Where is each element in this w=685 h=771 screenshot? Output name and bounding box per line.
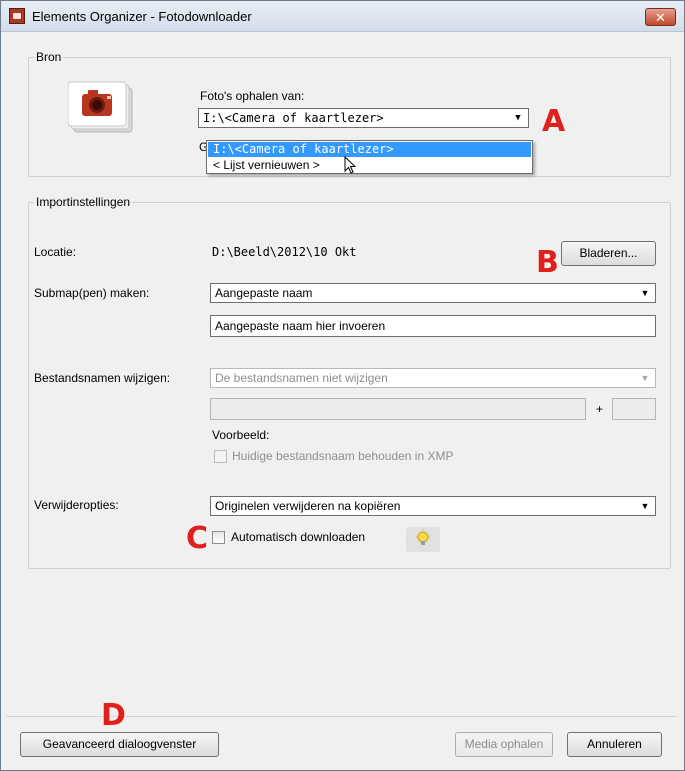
subfolder-dropdown-value: Aangepaste naam xyxy=(215,286,313,300)
import-legend: Importinstellingen xyxy=(36,195,131,209)
chevron-down-icon[interactable]: ▼ xyxy=(638,369,652,387)
rename-base-input[interactable] xyxy=(210,398,586,420)
cancel-button[interactable]: Annuleren xyxy=(567,732,662,757)
delete-options-dropdown[interactable]: Originelen verwijderen na kopiëren ▼ xyxy=(210,496,656,516)
location-value: D:\Beeld\2012\10 Okt xyxy=(212,245,357,259)
source-dropdown-list: I:\<Camera of kaartlezer> < Lijst vernie… xyxy=(206,140,533,174)
chevron-down-icon[interactable]: ▼ xyxy=(638,497,652,515)
auto-download-label: Automatisch downloaden xyxy=(231,530,366,544)
advanced-dialog-button[interactable]: Geavanceerd dialoogvenster xyxy=(20,732,219,757)
delete-options-value: Originelen verwijderen na kopiëren xyxy=(215,499,401,513)
keep-xmp-label: Huidige bestandsnaam behouden in XMP xyxy=(232,449,454,463)
title-bar: Elements Organizer - Fotodownloader ✕ xyxy=(1,1,684,32)
close-button[interactable]: ✕ xyxy=(645,8,676,26)
source-dropdown-value: I:\<Camera of kaartlezer> xyxy=(203,111,384,125)
rename-dropdown[interactable]: De bestandsnamen niet wijzigen ▼ xyxy=(210,368,656,388)
tip-button[interactable] xyxy=(406,527,440,552)
chevron-down-icon[interactable]: ▼ xyxy=(638,284,652,302)
chevron-down-icon[interactable]: ▼ xyxy=(511,109,525,127)
plus-sign: + xyxy=(596,402,604,416)
lightbulb-icon xyxy=(416,529,430,545)
source-label: Foto's ophalen van: xyxy=(200,89,305,103)
annotation-c: C xyxy=(186,521,209,556)
subfolder-label: Submap(pen) maken: xyxy=(34,286,150,300)
custom-name-input[interactable]: Aangepaste naam hier invoeren xyxy=(210,315,656,337)
dropdown-item-refresh[interactable]: < Lijst vernieuwen > xyxy=(208,158,531,173)
rename-number-input[interactable] xyxy=(612,398,656,420)
location-label: Locatie: xyxy=(34,245,77,259)
keep-xmp-checkbox[interactable] xyxy=(214,450,227,463)
get-media-button[interactable]: Media ophalen xyxy=(455,732,553,757)
annotation-d: D xyxy=(101,698,126,733)
delete-options-label: Verwijderopties: xyxy=(34,498,119,512)
bron-legend: Bron xyxy=(36,50,62,64)
subfolder-dropdown[interactable]: Aangepaste naam ▼ xyxy=(210,283,656,303)
browse-button[interactable]: Bladeren... xyxy=(561,241,656,266)
auto-download-checkbox[interactable] xyxy=(212,531,225,544)
example-label: Voorbeeld: xyxy=(212,428,270,442)
app-icon xyxy=(9,8,25,24)
annotation-a: A xyxy=(542,104,566,139)
dropdown-item-camera[interactable]: I:\<Camera of kaartlezer> xyxy=(208,142,531,157)
annotation-b: B xyxy=(536,245,559,280)
rename-label: Bestandsnamen wijzigen: xyxy=(34,371,171,385)
rename-dropdown-value: De bestandsnamen niet wijzigen xyxy=(215,371,388,385)
window-title: Elements Organizer - Fotodownloader xyxy=(32,9,252,24)
source-dropdown[interactable]: I:\<Camera of kaartlezer> ▼ xyxy=(198,108,529,128)
mouse-cursor-icon xyxy=(344,156,357,174)
camera-icon xyxy=(68,81,133,133)
